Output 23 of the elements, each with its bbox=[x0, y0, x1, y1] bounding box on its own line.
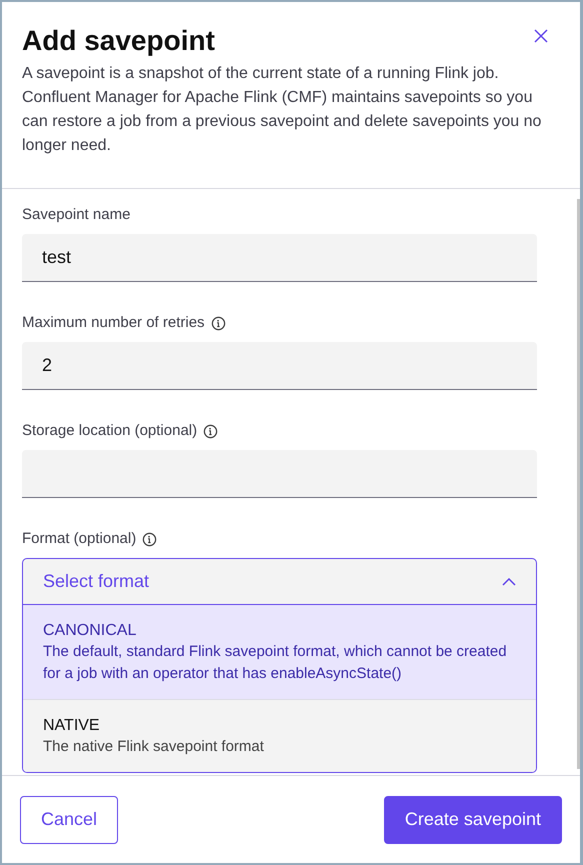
create-button[interactable]: Create savepoint bbox=[384, 796, 562, 844]
dropdown-option[interactable]: NATIVE The native Flink savepoint format bbox=[23, 699, 536, 772]
field-label: Savepoint name bbox=[22, 204, 130, 225]
info-icon[interactable] bbox=[210, 316, 226, 330]
dropdown-option[interactable]: CANONICAL The default, standard Flink savepoint format, which cannot be created for a job with an operator that has enableAsyncState() bbox=[23, 605, 536, 699]
field-label: Format (optional) bbox=[22, 528, 136, 549]
field-label: Maximum number of retries bbox=[22, 312, 205, 333]
cancel-button[interactable]: Cancel bbox=[20, 796, 118, 844]
option-description: The native Flink savepoint format bbox=[43, 737, 265, 757]
close-button[interactable] bbox=[534, 28, 550, 44]
field-label: Storage location (optional) bbox=[22, 420, 198, 441]
info-icon[interactable] bbox=[142, 532, 158, 546]
info-icon[interactable] bbox=[203, 424, 218, 438]
text-field[interactable]: test bbox=[22, 234, 537, 282]
option-description: The default, standard Flink savepoint format, which cannot be created for a job with an operator that has enableAsyncState() bbox=[43, 642, 508, 684]
dropdown-placeholder: Select format bbox=[43, 570, 150, 593]
dialog-description: A savepoint is a snapshot of the current state of a running Flink job. Confluent Manager for Apache Flink (CMF) maintains savepoints so you can restore a job from a previous savepoint and delete savepoints you no longer need. bbox=[22, 64, 542, 156]
option-name: NATIVE bbox=[43, 716, 101, 736]
format-dropdown[interactable]: Select format CANONICAL The default, standard Flink savepoint format, which cannot be created for a job with an operator that has enableAsyncState() NATIVE The native Flink savepoint format bbox=[22, 558, 537, 773]
option-name: CANONICAL bbox=[43, 621, 138, 641]
text-field[interactable] bbox=[22, 450, 537, 498]
text-field[interactable]: 2 bbox=[22, 342, 537, 390]
dialog-title: Add savepoint bbox=[22, 24, 215, 58]
